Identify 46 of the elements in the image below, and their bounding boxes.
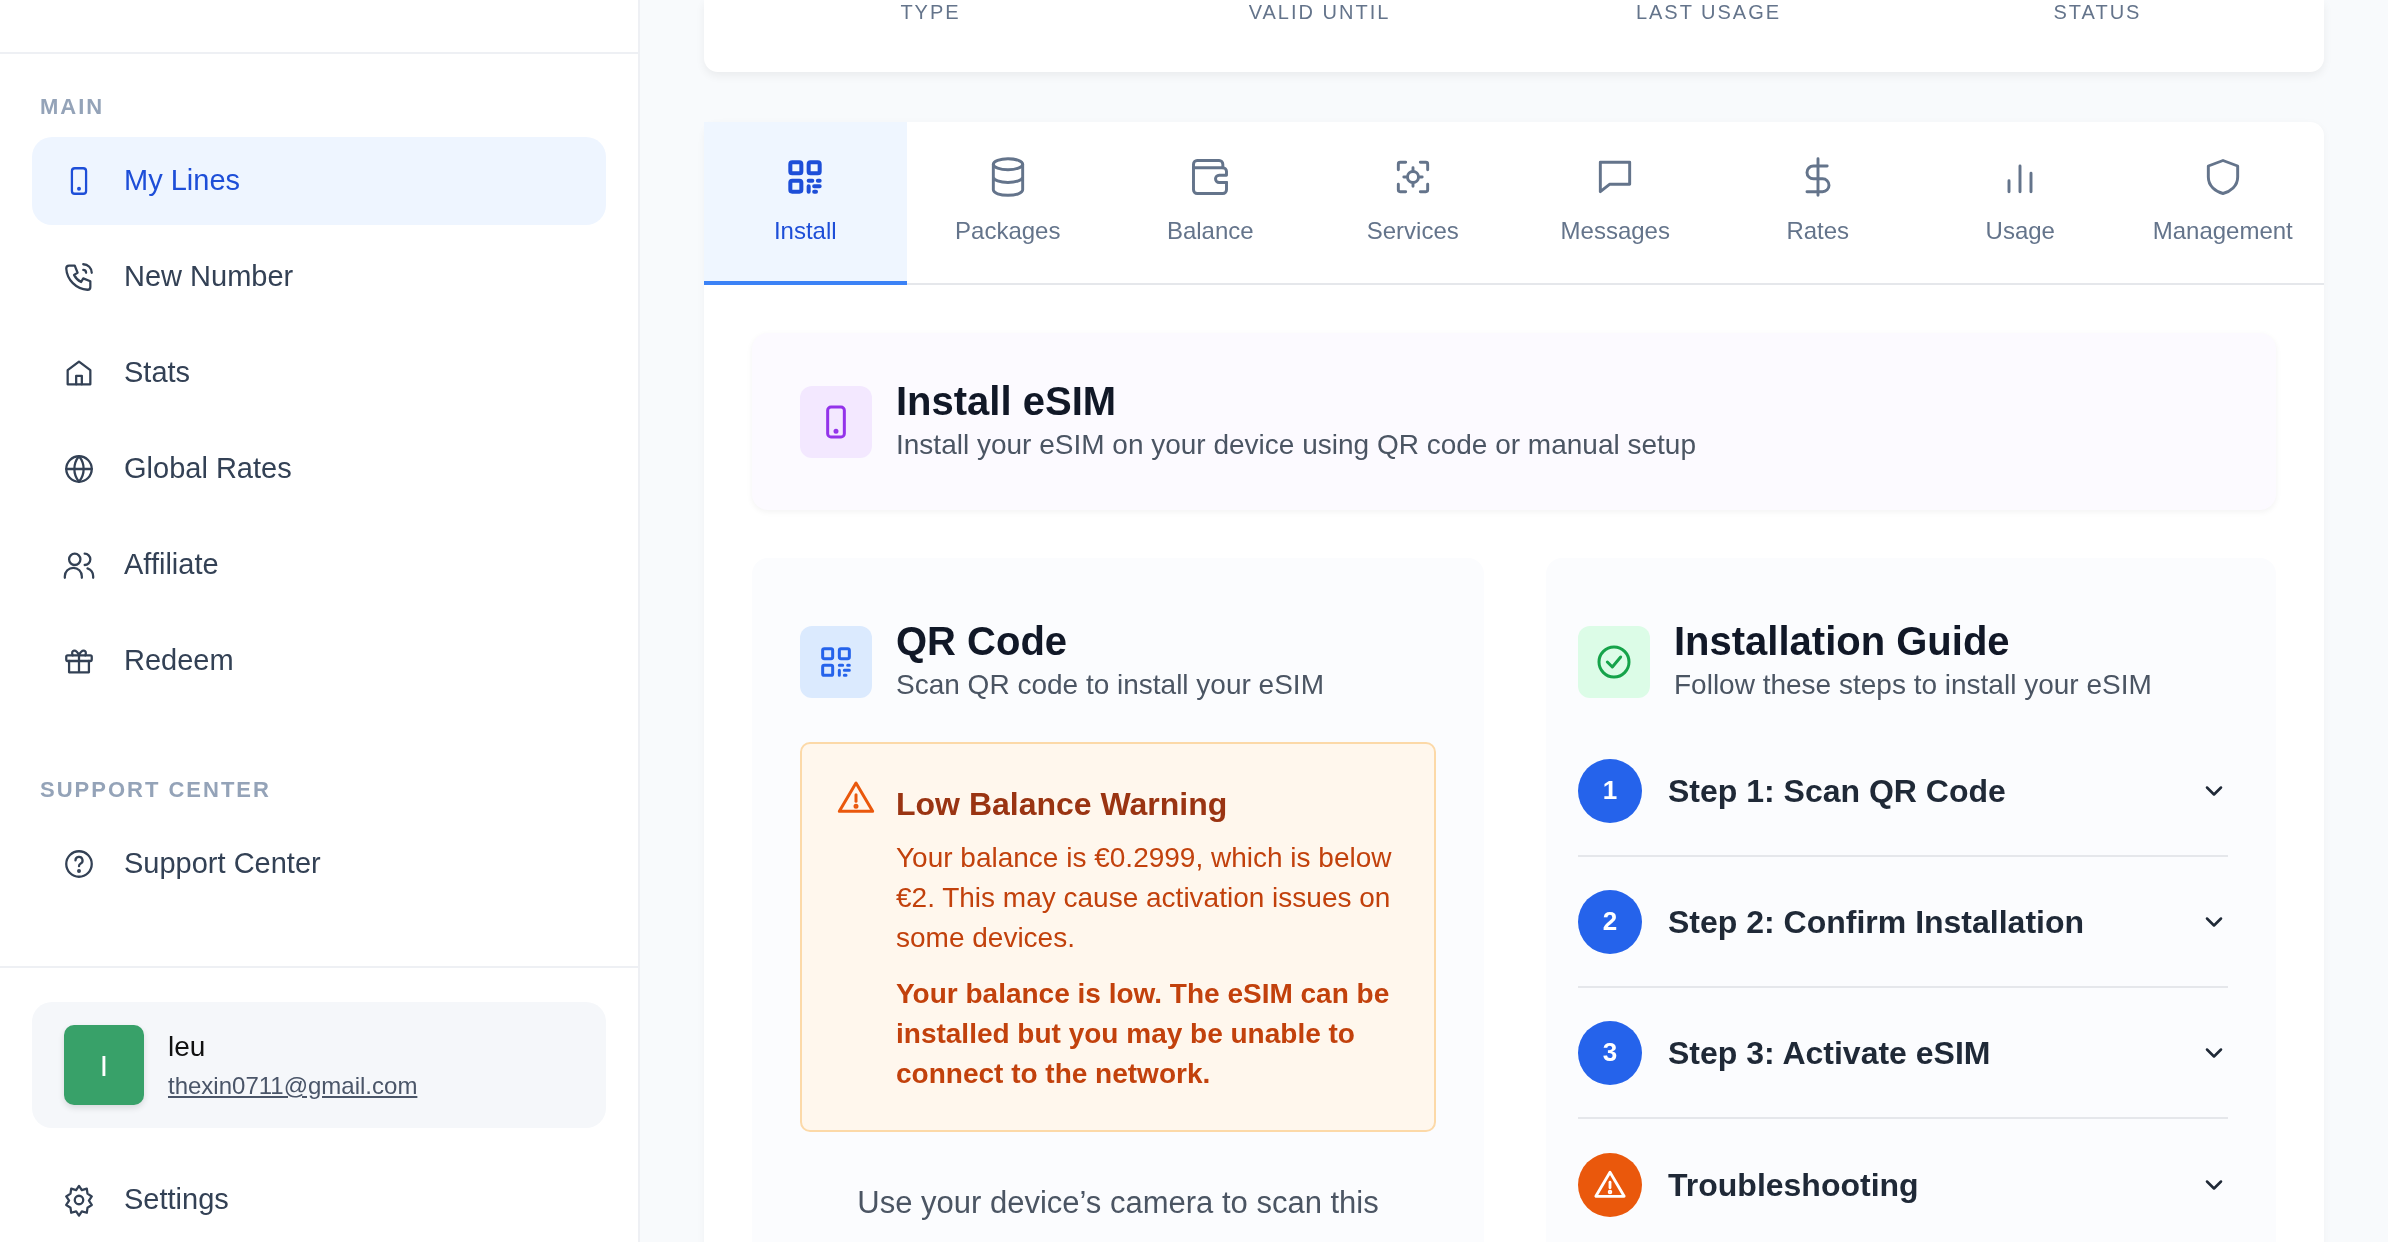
globe-icon <box>62 452 96 486</box>
user-name: leu <box>168 1030 207 1064</box>
sidebar-item[interactable]: Stats <box>32 329 606 417</box>
section-label: MAIN <box>39 93 106 121</box>
sidebar-item[interactable]: Global Rates <box>32 425 606 513</box>
warning-text: Your balance is low. The eSIM can be installed but you may be unable to connect to the network. <box>896 977 1391 1091</box>
column-header: STATUS <box>2052 0 2143 25</box>
tab[interactable]: Usage <box>1919 122 2122 285</box>
help-icon <box>62 847 96 881</box>
tab[interactable]: Rates <box>1716 122 1919 285</box>
column-header: TYPE <box>899 0 962 25</box>
phone-call-icon <box>62 260 96 294</box>
section-label: SUPPORT CENTER <box>39 776 272 804</box>
tab[interactable]: Balance <box>1109 122 1312 285</box>
user-email[interactable]: thexin0711@gmail.com <box>168 1068 418 1104</box>
card-title: Installation Guide <box>1674 618 2011 664</box>
tab[interactable]: Management <box>2121 122 2324 285</box>
accordion-item[interactable]: 3 Step 3: Activate eSIM <box>1578 988 2228 1119</box>
sidebar-item[interactable]: Settings <box>32 1158 606 1242</box>
tab[interactable]: Install <box>704 122 907 285</box>
card-subtitle: Scan QR code to install your eSIM <box>896 668 1324 702</box>
warning-title: Low Balance Warning <box>896 785 1229 824</box>
column-header: LAST USAGE <box>1634 0 1783 25</box>
sidebar-item[interactable]: Affiliate <box>32 521 606 609</box>
step-number: 2 <box>1578 889 1642 954</box>
tab[interactable]: Packages <box>906 122 1109 285</box>
card-subtitle: Follow these steps to install your eSIM <box>1674 668 2152 702</box>
tab[interactable]: Services <box>1311 122 1514 285</box>
card-subtitle: Install your eSIM on your device using QR code or manual setup <box>896 427 1696 462</box>
sidebar-item[interactable]: Redeem <box>32 617 606 705</box>
card-title: Install eSIM <box>896 377 1118 424</box>
step-number: 1 <box>1578 758 1642 823</box>
step-number: 3 <box>1578 1020 1642 1085</box>
accordion-item[interactable]: 1 Step 1: Scan QR Code <box>1578 726 2228 857</box>
card-title: QR Code <box>896 618 1069 664</box>
column-header: VALID UNTIL <box>1247 0 1392 25</box>
settings-icon <box>62 1183 96 1217</box>
warning-text: Your balance is €0.2999, which is below €2. This may cause activation issues on some devices. <box>896 841 1393 955</box>
sidebar-item[interactable]: Support Center <box>32 820 606 908</box>
accordion-item[interactable]: Troubleshooting <box>1578 1119 2228 1242</box>
accordion-item[interactable]: 2 Step 2: Confirm Installation <box>1578 857 2228 988</box>
tab[interactable]: Messages <box>1514 122 1717 285</box>
sidebar-item[interactable]: My Lines <box>32 137 606 225</box>
sidebar-item[interactable]: New Number <box>32 233 606 321</box>
instructions-text: Use your device’s camera to scan this <box>856 1184 1380 1222</box>
avatar: I <box>64 1025 144 1105</box>
